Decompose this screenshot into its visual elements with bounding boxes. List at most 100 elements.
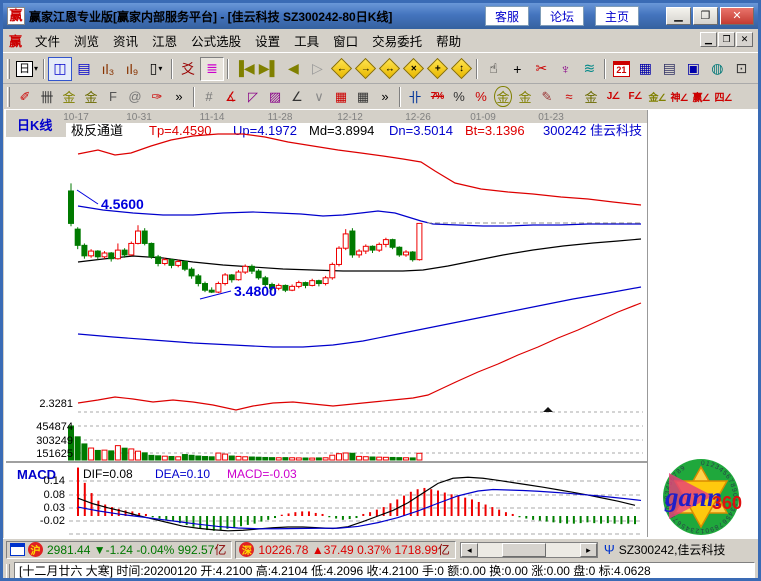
save-button[interactable]: ▣ xyxy=(681,57,705,81)
measure-tool-icon: ✂ xyxy=(536,60,548,77)
more-tools2-button[interactable]: » xyxy=(374,86,396,107)
crosshair-tool-button[interactable]: + xyxy=(505,57,529,81)
restore-button[interactable]: ❐ xyxy=(693,7,718,25)
toolbar-grip[interactable] xyxy=(7,87,10,107)
menu-item-8[interactable]: 窗口 xyxy=(326,32,365,52)
next-page-button[interactable]: ▷ xyxy=(305,57,329,81)
toolbar-grip[interactable] xyxy=(7,59,10,79)
connection-icon: Ψ xyxy=(604,542,615,557)
kline-chart-canvas[interactable]: 10-1710-3111-1411-2812-1212-2601-0901-23… xyxy=(3,109,761,538)
menu-item-4[interactable]: 江恩 xyxy=(145,32,184,52)
j-angle-button[interactable]: J∠ xyxy=(602,86,624,107)
diamond-right-button[interactable]: → xyxy=(353,57,377,81)
fan-box1-button[interactable]: ◸ xyxy=(242,86,264,107)
diamond-vert-button[interactable]: ↕ xyxy=(449,57,473,81)
macd-value: MACD=-0.03 xyxy=(227,467,297,481)
mdi-restore-button[interactable]: ❐ xyxy=(718,32,735,47)
first-page-button[interactable]: ▐◀ xyxy=(232,57,257,81)
hand-tool-button[interactable]: ☝ xyxy=(481,57,505,81)
gann-fan-button[interactable]: ∡ xyxy=(220,86,242,107)
menu-item-1[interactable]: 文件 xyxy=(28,32,67,52)
capsule-tool-button[interactable]: ▯▾ xyxy=(144,57,168,81)
box-tool-button[interactable]: # xyxy=(198,86,220,107)
diamond-left-button[interactable]: ← xyxy=(329,57,353,81)
menu-item-9[interactable]: 交易委托 xyxy=(365,32,429,52)
gold-lines-button[interactable]: 金 xyxy=(514,86,536,107)
ying-angle-button[interactable]: 赢∠ xyxy=(690,86,712,107)
dn-value: Dn=3.5014 xyxy=(389,123,453,138)
macd-tick-2: 0.08 xyxy=(44,489,65,501)
spiral-button[interactable]: @ xyxy=(124,86,146,107)
diamond-plus-button[interactable]: + xyxy=(425,57,449,81)
color-chart-icon: ≣ xyxy=(206,60,218,77)
web-button[interactable]: ◍ xyxy=(705,57,729,81)
percent-button[interactable]: % xyxy=(448,86,470,107)
trellis-button[interactable]: 卌 xyxy=(36,86,58,107)
gann-tool-button[interactable]: ♆ xyxy=(553,57,577,81)
scroll-left-button[interactable]: ◂ xyxy=(461,543,478,557)
menu-item-7[interactable]: 工具 xyxy=(287,32,326,52)
minute-9-chart-button[interactable]: ıl₉ xyxy=(120,57,144,81)
gold-angle-button[interactable]: 金∠ xyxy=(646,86,668,107)
menu-item-10[interactable]: 帮助 xyxy=(429,32,468,52)
mdi-close-button[interactable]: ✕ xyxy=(736,32,753,47)
svg-text:01-23: 01-23 xyxy=(538,112,564,123)
f-gate-button[interactable]: F xyxy=(102,86,124,107)
gold-gate1-button[interactable]: 金 xyxy=(58,86,80,107)
wave-tool-button[interactable]: ≋ xyxy=(577,57,601,81)
shanghai-badge-icon: 沪 xyxy=(28,542,43,557)
gold-bold-button[interactable]: 金 xyxy=(580,86,602,107)
menu-item-3[interactable]: 资讯 xyxy=(106,32,145,52)
horizontal-scrollbar[interactable]: ◂ ▸ xyxy=(460,542,598,558)
draw-pen-button[interactable]: ✐ xyxy=(14,86,36,107)
gold-gate2-button[interactable]: 金 xyxy=(80,86,102,107)
menu-item-2[interactable]: 浏览 xyxy=(67,32,106,52)
calendar-icon[interactable] xyxy=(10,543,25,556)
gold-circle-button[interactable]: 金 xyxy=(492,86,514,107)
menu-item-6[interactable]: 设置 xyxy=(248,32,287,52)
percent-lines-button[interactable]: % xyxy=(470,86,492,107)
more-tools1-button[interactable]: » xyxy=(168,86,190,107)
no-7pct-button[interactable]: 7% xyxy=(426,86,448,107)
infobar-grip[interactable] xyxy=(6,564,10,578)
diamond-both-button[interactable]: ↔ xyxy=(377,57,401,81)
calendar-button[interactable]: 21 xyxy=(609,57,633,81)
compare-bars-button[interactable]: 卝 xyxy=(404,86,426,107)
title-bar[interactable]: 赢 赢家江恩专业版[赢家内部服务平台] - [佳云科技 SZ300242-80日… xyxy=(3,3,758,29)
color-chart-button[interactable]: ≣ xyxy=(200,57,224,81)
si-angle-button[interactable]: 四∠ xyxy=(712,86,734,107)
first-page-icon: ▐◀ xyxy=(234,60,255,77)
shen-angle-button[interactable]: 神∠ xyxy=(668,86,690,107)
pen-ruler-button[interactable]: ✑ xyxy=(146,86,168,107)
prev-page-button[interactable]: ◀ xyxy=(281,57,305,81)
trend-window-button[interactable]: ◫ xyxy=(48,57,72,81)
quote-list-button[interactable]: ▤ xyxy=(72,57,96,81)
fan-box2-button[interactable]: ▨ xyxy=(264,86,286,107)
pen2-button[interactable]: ✎ xyxy=(536,86,558,107)
grid-black-button[interactable]: ▦ xyxy=(352,86,374,107)
homepage-button[interactable]: 主页 xyxy=(595,6,639,26)
notepad-button[interactable]: ▤ xyxy=(657,57,681,81)
last-page-button[interactable]: ▶▌ xyxy=(257,57,282,81)
minimize-button[interactable]: ▁ xyxy=(666,7,691,25)
angle-tool-button[interactable]: ∠ xyxy=(286,86,308,107)
computer-button[interactable]: ⊡ xyxy=(729,57,753,81)
calculator-button[interactable]: ▦ xyxy=(633,57,657,81)
kline-type-button[interactable]: 日▾ xyxy=(14,57,40,81)
cursor-ohlc-info: [十二月廿六 大寒] 时间:20200120 开:4.2100 高:4.2104… xyxy=(14,562,755,579)
v-tool-button[interactable]: ∨ xyxy=(308,86,330,107)
fund-flow-button[interactable]: 爻 xyxy=(176,57,200,81)
waves-button[interactable]: ≈ xyxy=(558,86,580,107)
scrollbar-thumb[interactable] xyxy=(502,543,546,557)
scroll-right-button[interactable]: ▸ xyxy=(580,543,597,557)
mdi-minimize-button[interactable]: ▁ xyxy=(700,32,717,47)
minute-3-chart-button[interactable]: ıl₃ xyxy=(96,57,120,81)
f-angle-button[interactable]: F∠ xyxy=(624,86,646,107)
forum-button[interactable]: 论坛 xyxy=(540,6,584,26)
customer-service-button[interactable]: 客服 xyxy=(485,6,529,26)
diamond-x-button[interactable]: × xyxy=(401,57,425,81)
close-button[interactable]: ✕ xyxy=(720,7,754,25)
grid-red-button[interactable]: ▦ xyxy=(330,86,352,107)
menu-item-5[interactable]: 公式选股 xyxy=(184,32,248,52)
measure-tool-button[interactable]: ✂ xyxy=(529,57,553,81)
